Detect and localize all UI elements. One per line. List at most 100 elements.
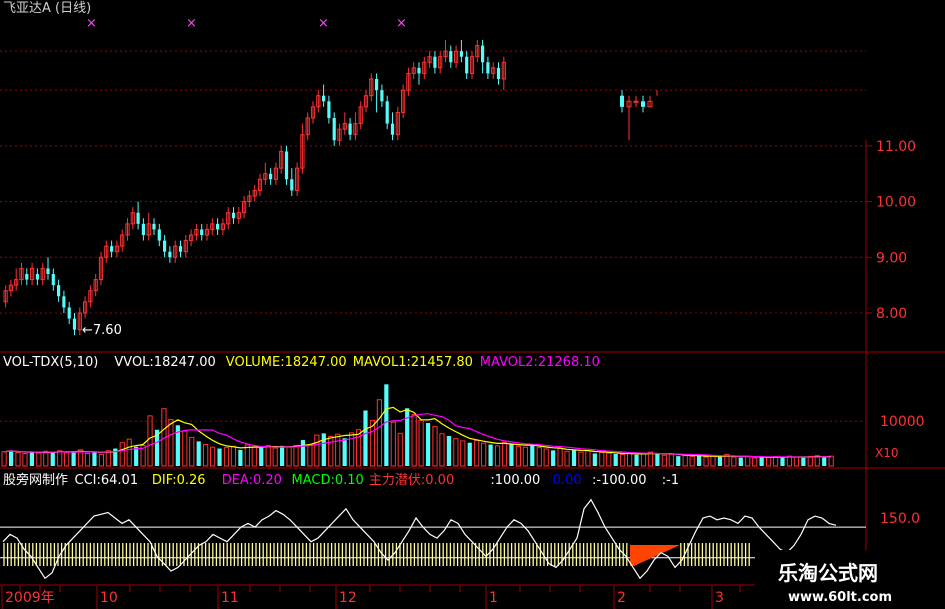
- volume-bar[interactable]: [355, 429, 362, 467]
- volume-bar[interactable]: [376, 399, 382, 467]
- candle-body[interactable]: [641, 101, 645, 107]
- candle-body[interactable]: [459, 51, 463, 57]
- volume-bar[interactable]: [564, 450, 570, 467]
- volume-bar[interactable]: [210, 446, 216, 467]
- volume-bar[interactable]: [822, 457, 827, 466]
- volume-bar[interactable]: [501, 441, 508, 467]
- volume-bar[interactable]: [759, 457, 764, 466]
- candle-body[interactable]: [633, 100, 639, 103]
- volume-bar[interactable]: [627, 452, 633, 467]
- volume-bar[interactable]: [71, 451, 76, 466]
- volume-bar[interactable]: [43, 450, 49, 467]
- candle-body[interactable]: [35, 274, 39, 280]
- candle-body[interactable]: [322, 95, 326, 102]
- volume-bar[interactable]: [307, 444, 313, 467]
- volume-bar[interactable]: [411, 414, 417, 467]
- volume-bar[interactable]: [335, 433, 341, 467]
- volume-bar[interactable]: [92, 452, 97, 466]
- volume-bar[interactable]: [682, 454, 688, 467]
- volume-bar[interactable]: [29, 452, 34, 466]
- volume-bar[interactable]: [8, 450, 14, 466]
- volume-bar[interactable]: [300, 440, 306, 466]
- volume-bar[interactable]: [98, 453, 105, 467]
- volume-bar[interactable]: [203, 444, 209, 467]
- volume-bar[interactable]: [22, 452, 28, 467]
- volume-bar[interactable]: [321, 433, 326, 466]
- volume-bar[interactable]: [599, 452, 605, 467]
- candle-body[interactable]: [284, 151, 289, 180]
- volume-bar[interactable]: [606, 452, 612, 467]
- candle-body[interactable]: [375, 79, 379, 91]
- volume-bar[interactable]: [585, 450, 591, 467]
- volume-bar[interactable]: [828, 455, 834, 467]
- volume-bar[interactable]: [766, 456, 772, 467]
- chart-canvas[interactable]: 11.0010.009.008.00× × × × 10000 150.0 2009年…: [0, 0, 945, 609]
- volume-bar[interactable]: [481, 442, 487, 467]
- volume-bar[interactable]: [551, 450, 556, 466]
- volume-bar[interactable]: [147, 415, 153, 467]
- candle-body[interactable]: [433, 56, 437, 68]
- volume-bar[interactable]: [474, 439, 480, 467]
- candle-body[interactable]: [348, 123, 352, 135]
- volume-bar[interactable]: [384, 384, 389, 466]
- volume-bar[interactable]: [793, 456, 799, 467]
- volume-bar[interactable]: [168, 418, 174, 467]
- volume-bar[interactable]: [251, 446, 257, 467]
- volume-bar[interactable]: [1, 451, 7, 467]
- volume-bar[interactable]: [655, 453, 660, 466]
- volume-bar[interactable]: [467, 442, 472, 466]
- volume-bar[interactable]: [36, 452, 42, 467]
- candle-body[interactable]: [46, 268, 50, 274]
- volume-bar[interactable]: [640, 452, 647, 467]
- volume-bar[interactable]: [697, 455, 702, 466]
- volume-bar[interactable]: [676, 456, 681, 466]
- candle-body[interactable]: [332, 118, 336, 141]
- volume-bar[interactable]: [592, 453, 597, 466]
- volume-bar[interactable]: [286, 446, 292, 467]
- volume-bar[interactable]: [342, 438, 347, 466]
- candle-body[interactable]: [417, 67, 421, 74]
- volume-bar[interactable]: [578, 451, 584, 467]
- volume-bar[interactable]: [668, 453, 674, 467]
- candle-body[interactable]: [72, 318, 77, 330]
- candle-body[interactable]: [385, 101, 389, 124]
- candle-body[interactable]: [157, 229, 161, 241]
- candle-body[interactable]: [110, 246, 114, 252]
- candle-body[interactable]: [163, 240, 167, 252]
- candle-body[interactable]: [269, 173, 273, 180]
- volume-bar[interactable]: [530, 444, 535, 466]
- volume-bar[interactable]: [620, 453, 626, 467]
- volume-bar[interactable]: [15, 452, 21, 467]
- volume-bar[interactable]: [238, 449, 243, 466]
- candle-body[interactable]: [496, 67, 501, 79]
- volume-bar[interactable]: [189, 436, 195, 467]
- volume-bar[interactable]: [731, 456, 737, 467]
- candle-body[interactable]: [67, 307, 71, 319]
- volume-bar[interactable]: [432, 426, 438, 467]
- candle-body[interactable]: [168, 251, 172, 258]
- candle-body[interactable]: [327, 101, 331, 118]
- volume-bar[interactable]: [223, 447, 230, 467]
- volume-bar[interactable]: [182, 430, 188, 467]
- volume-bar[interactable]: [543, 448, 549, 467]
- volume-bar[interactable]: [613, 453, 618, 466]
- volume-bar[interactable]: [494, 445, 501, 467]
- candle-body[interactable]: [620, 95, 624, 107]
- volume-bar[interactable]: [363, 410, 368, 466]
- volume-bar[interactable]: [807, 456, 813, 467]
- volume-bar[interactable]: [293, 444, 299, 467]
- candle-body[interactable]: [465, 56, 469, 74]
- volume-bar[interactable]: [57, 450, 63, 467]
- volume-bar[interactable]: [557, 448, 563, 467]
- volume-bar[interactable]: [439, 433, 445, 467]
- volume-bar[interactable]: [390, 421, 396, 467]
- volume-bar[interactable]: [703, 456, 709, 467]
- volume-bar[interactable]: [745, 456, 751, 467]
- volume-bar[interactable]: [446, 436, 451, 466]
- volume-bar[interactable]: [488, 444, 493, 466]
- volume-bar[interactable]: [126, 438, 132, 467]
- volume-bar[interactable]: [710, 455, 716, 467]
- volume-bar[interactable]: [536, 447, 542, 467]
- candle-body[interactable]: [486, 62, 490, 74]
- volume-bar[interactable]: [801, 457, 806, 466]
